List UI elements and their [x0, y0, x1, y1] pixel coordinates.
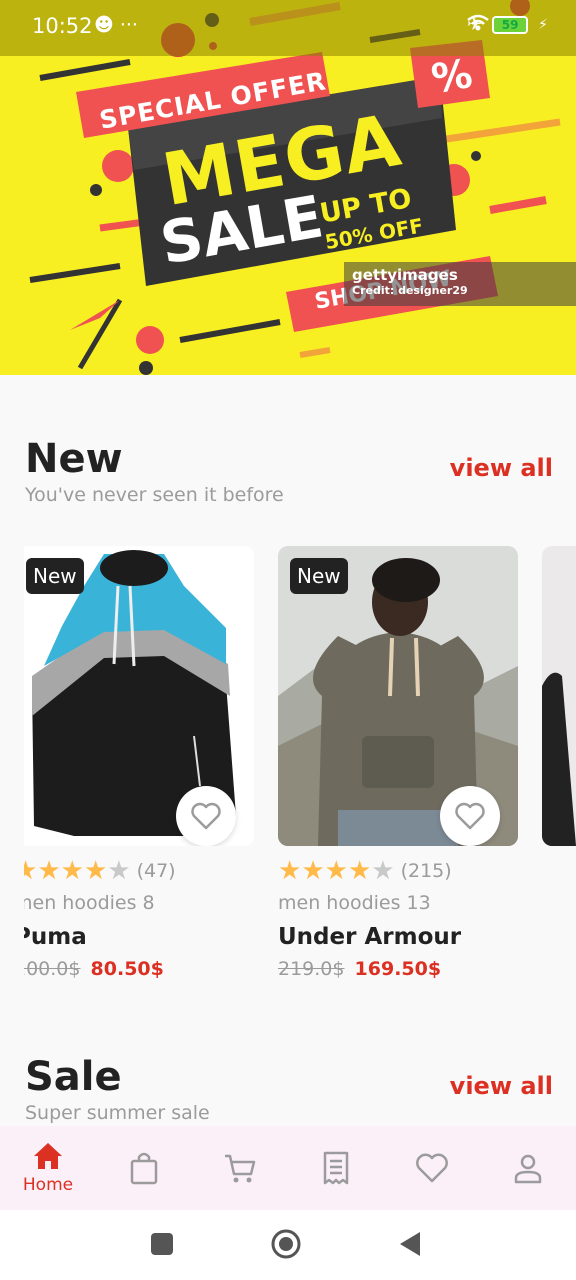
product-category: men hoodies 13: [278, 892, 431, 914]
review-count: (47): [136, 860, 176, 882]
star-empty-icon: ★: [107, 856, 131, 886]
profile-icon: [514, 1154, 542, 1184]
nav-home-label: Home: [22, 1175, 74, 1195]
old-price: 219.0$: [278, 958, 345, 980]
product-price: 100.0$ 80.50$: [14, 958, 164, 980]
section-subtitle: Super summer sale: [25, 1102, 210, 1124]
new-price: 169.50$: [354, 958, 442, 980]
battery-icon: 59: [492, 15, 529, 34]
status-right-icons: ✈ 59 ⚡: [467, 14, 548, 35]
watermark: gettyimages Credit: designer29: [344, 262, 576, 306]
product-name: Puma: [14, 924, 87, 950]
star-icon: ★: [324, 856, 348, 886]
product-price: 219.0$ 169.50$: [278, 958, 441, 980]
view-all-sale-link[interactable]: view all: [450, 1072, 553, 1100]
nav-profile[interactable]: [480, 1126, 576, 1210]
star-icon: ★: [60, 856, 84, 886]
favorite-button[interactable]: [176, 786, 236, 846]
nav-orders[interactable]: [288, 1126, 384, 1210]
new-badge: New: [26, 558, 84, 594]
review-count: (215): [400, 860, 452, 882]
product-category: men hoodies 8: [14, 892, 155, 914]
product-card[interactable]: New ★ ★ ★ ★ ★ (215) men hoodies 13 Under…: [278, 546, 518, 980]
home-button-icon[interactable]: [270, 1228, 302, 1260]
nav-home[interactable]: Home: [0, 1126, 96, 1210]
watermark-credit: Credit: designer29: [352, 284, 468, 297]
product-image[interactable]: New: [278, 546, 518, 846]
star-icon: ★: [347, 856, 372, 886]
cart-icon: [225, 1154, 256, 1183]
rating-stars: ★ ★ ★ ★ ★ (215): [278, 856, 452, 886]
product-name: Under Armour: [278, 924, 462, 950]
nav-shop[interactable]: [96, 1126, 192, 1210]
status-bar: 10:52 ☻ ··· ✈ 59 ⚡: [0, 0, 576, 56]
charging-icon: ⚡: [538, 16, 548, 33]
section-subtitle: You've never seen it before: [25, 484, 284, 506]
product-image[interactable]: New: [14, 546, 254, 846]
product-partial-image: [542, 546, 576, 846]
scroll-edge: [0, 540, 24, 1000]
wifi-icon: [467, 14, 489, 31]
new-price: 80.50$: [90, 958, 164, 980]
star-icon: ★: [37, 856, 61, 886]
sale-section-header: Sale Super summer sale view all: [25, 1054, 553, 1124]
notification-icons: ☻ ···: [94, 14, 138, 36]
app-root: 10:52 ☻ ··· ✈ 59 ⚡ SPECIAL OFFER MEGA SA…: [0, 0, 576, 1280]
bottom-nav: Home: [0, 1126, 576, 1210]
nav-cart[interactable]: [192, 1126, 288, 1210]
product-card[interactable]: New ★ ★ ★ ★ ★ (47) men hoodies 8 Puma 10…: [14, 546, 254, 980]
back-icon[interactable]: [398, 1230, 422, 1258]
hero-banner[interactable]: 10:52 ☻ ··· ✈ 59 ⚡ SPECIAL OFFER MEGA SA…: [0, 0, 576, 375]
star-icon: ★: [301, 856, 325, 886]
new-badge: New: [290, 558, 348, 594]
nav-favorites[interactable]: [384, 1126, 480, 1210]
product-card-partial[interactable]: [542, 546, 576, 846]
home-icon: [34, 1143, 62, 1169]
status-time: 10:52: [32, 14, 93, 38]
favorite-button[interactable]: [440, 786, 500, 846]
receipt-icon: [323, 1151, 349, 1185]
heart-icon: [191, 802, 221, 830]
percent-tag: %: [428, 50, 476, 104]
system-nav-bar: [0, 1210, 576, 1280]
view-all-new-link[interactable]: view all: [450, 454, 553, 482]
new-section-header: New You've never seen it before view all: [25, 436, 553, 506]
star-icon: ★: [83, 856, 108, 886]
rating-stars: ★ ★ ★ ★ ★ (47): [14, 856, 176, 886]
heart-icon: [455, 802, 485, 830]
recent-apps-icon[interactable]: [150, 1232, 174, 1256]
shopping-bag-icon: [130, 1152, 158, 1185]
heart-icon: [416, 1153, 448, 1183]
watermark-brand: gettyimages: [352, 266, 458, 284]
star-icon: ★: [278, 856, 302, 886]
star-empty-icon: ★: [371, 856, 395, 886]
product-image[interactable]: [542, 546, 576, 846]
